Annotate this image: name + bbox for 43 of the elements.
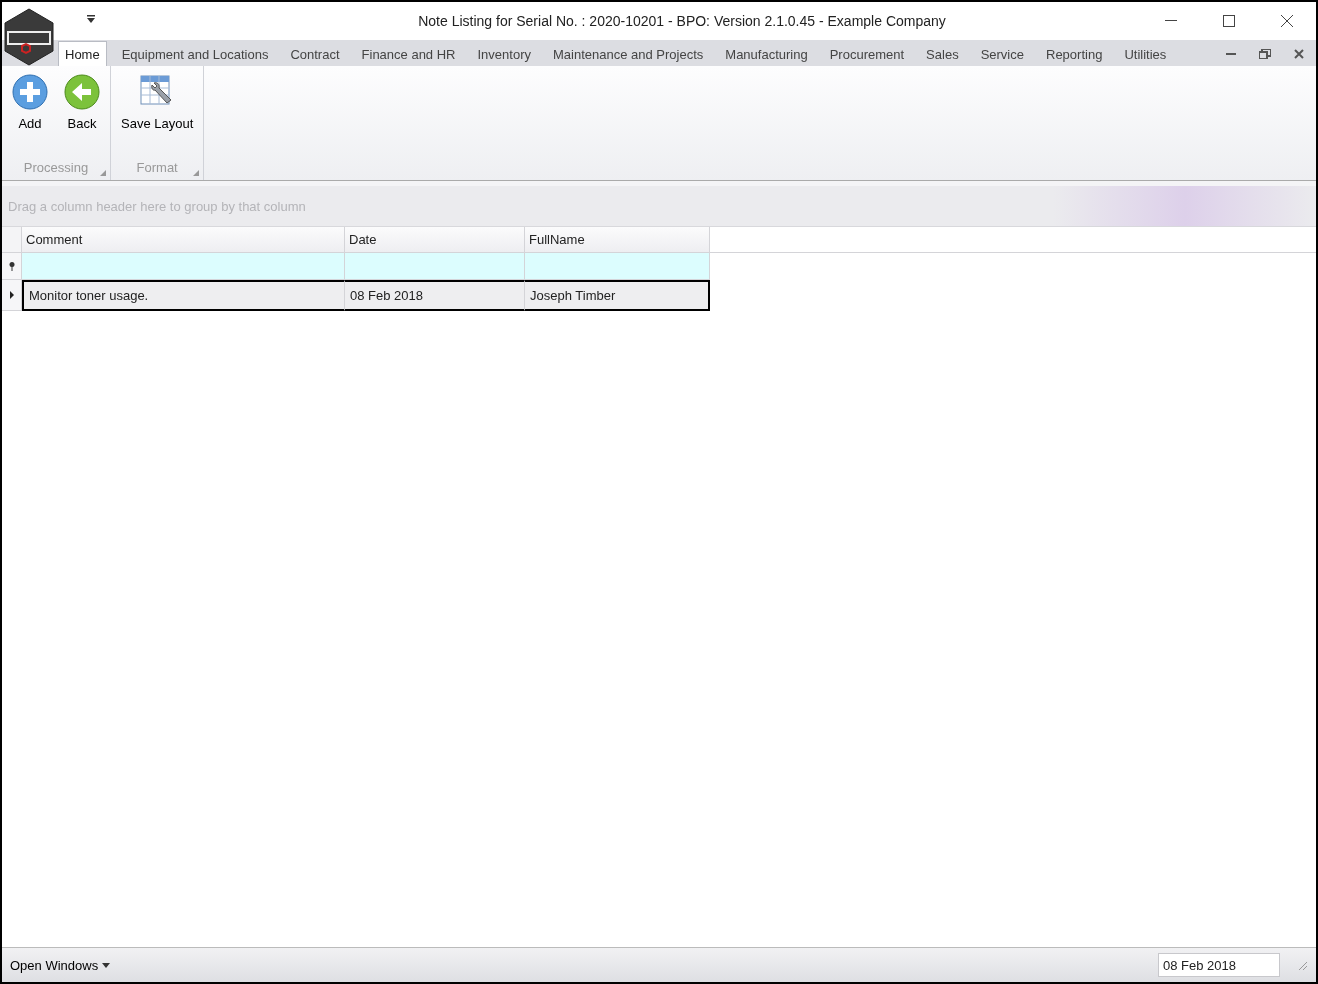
hexagon-logo bbox=[4, 8, 54, 66]
ribbon-tab[interactable]: Inventory bbox=[470, 42, 538, 66]
ribbon-tab[interactable]: Utilities bbox=[1117, 42, 1174, 66]
ribbon-tab[interactable]: Sales bbox=[919, 42, 966, 66]
table-cell: Joseph Timber bbox=[525, 280, 710, 311]
group-label: Processing bbox=[2, 154, 110, 180]
ribbon-button[interactable]: Back bbox=[58, 72, 106, 140]
column-header[interactable]: FullName bbox=[525, 227, 710, 253]
dropdown-arrow-icon[interactable] bbox=[86, 15, 96, 24]
open-windows-menu[interactable]: Open Windows bbox=[10, 957, 111, 973]
ribbon-tab[interactable]: Procurement bbox=[822, 42, 912, 66]
restore-icon bbox=[1259, 49, 1271, 59]
ribbon-tab[interactable]: Home bbox=[58, 41, 107, 66]
date-spin-field[interactable]: 08 Feb 2018 bbox=[1158, 953, 1280, 977]
ribbon-tab[interactable]: Manufacturing bbox=[718, 42, 815, 66]
window-title: Note Listing for Serial No. : 2020-10201 - BPO: Version 2.1.0.45 - Example Company bbox=[417, 13, 946, 29]
ribbon-button[interactable]: Add bbox=[6, 72, 54, 140]
table-cell: 08 Feb 2018 bbox=[345, 280, 525, 311]
table-cell: Monitor toner usage. bbox=[22, 280, 345, 311]
filter-cell[interactable] bbox=[525, 253, 710, 280]
corner-arrow-icon[interactable] bbox=[193, 170, 200, 176]
ribbon-tab[interactable]: Reporting bbox=[1039, 42, 1110, 66]
resize-grip-icon bbox=[1296, 959, 1308, 971]
minimize-icon bbox=[1165, 20, 1177, 22]
corner-arrow-icon[interactable] bbox=[100, 170, 106, 176]
ribbon-button[interactable]: Save Layout bbox=[115, 72, 200, 140]
minimize-icon bbox=[1226, 52, 1236, 56]
ribbon-tab[interactable]: Contract bbox=[283, 42, 347, 66]
ribbon-tab[interactable]: Equipment and Locations bbox=[114, 42, 276, 66]
filter-cell[interactable] bbox=[345, 253, 525, 280]
group-label: Format bbox=[111, 154, 204, 180]
close-icon bbox=[1294, 49, 1304, 59]
ribbon-tab[interactable]: Service bbox=[973, 42, 1031, 66]
ribbon-tab[interactable]: Finance and HR bbox=[354, 42, 463, 66]
plus-icon bbox=[12, 74, 48, 110]
ribbon-tab[interactable]: Maintenance and Projects bbox=[546, 42, 711, 66]
column-header[interactable]: Date bbox=[345, 227, 525, 253]
close-icon bbox=[1281, 15, 1293, 27]
filter-pin-icon bbox=[8, 261, 15, 271]
filter-cell[interactable] bbox=[22, 253, 345, 280]
column-header[interactable]: Comment bbox=[22, 227, 345, 253]
caret-icon bbox=[102, 962, 111, 968]
maximize-icon bbox=[1223, 15, 1235, 27]
